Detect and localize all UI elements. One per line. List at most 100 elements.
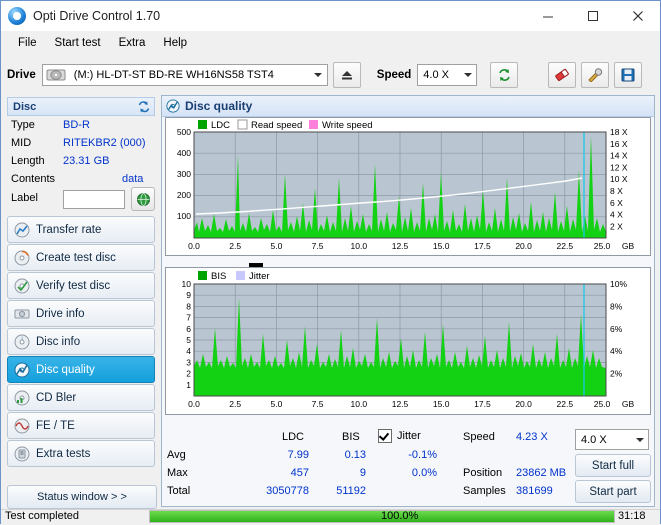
svg-text:7.5: 7.5 [312,399,324,409]
chart-marker [249,263,263,267]
disc-contents-label: Contents [11,173,56,185]
start-full-button[interactable]: Start full [575,454,651,477]
fe-te-icon [13,417,30,434]
jitter-avg-value: -0.1% [408,449,437,461]
refresh-icon[interactable] [136,99,152,115]
disc-panel-title: Disc [13,100,37,113]
test-speed-select[interactable]: 4.0 X [575,429,649,450]
bis-chart-svg: 10 9 8 7 6 5 4 3 2 1 0.0 2.5 5.0 7.5 10.… [182,271,635,409]
svg-text:Read speed: Read speed [251,120,302,131]
sidebar-item-disc-info[interactable]: i Disc info [7,328,155,355]
sidebar-item-label: Create test disc [36,251,116,264]
disc-mid-label: MID [11,137,32,149]
svg-text:1: 1 [186,380,191,390]
svg-text:16 X: 16 X [610,139,628,149]
speed-select[interactable]: 4.0 X [417,64,478,86]
panel-header: Disc quality [162,96,654,117]
erase-button[interactable] [548,62,577,88]
elapsed-time: 31:18 [618,510,646,522]
disc-label-label: Label [11,192,38,204]
jitter-max-value: 0.0% [411,467,437,479]
refresh-button[interactable] [490,62,519,88]
menu-item-extra[interactable]: Extra [110,34,155,52]
svg-text:14 X: 14 X [610,151,628,161]
drive-select[interactable]: (M:) HL-DT-ST BD-RE WH16NS58 TST4 [41,64,328,86]
svg-text:2: 2 [186,369,191,379]
window-title: Opti Drive Control 1.70 [33,9,161,23]
svg-text:22.5: 22.5 [557,399,574,409]
disc-length-value: 23.31 GB [63,155,110,167]
menu-item-start-test[interactable]: Start test [46,34,110,52]
svg-text:2 X: 2 X [610,221,623,231]
svg-text:Write speed: Write speed [322,120,373,131]
chevron-down-icon[interactable] [631,430,648,450]
sidebar-item-cd-bler[interactable]: CD Bler [7,384,155,411]
svg-text:8: 8 [186,301,191,311]
eject-button[interactable] [332,62,361,88]
disc-length-label: Length [11,155,45,167]
results-total-bis: 51192 [336,485,366,497]
svg-text:8 X: 8 X [610,186,623,196]
disc-label-input[interactable] [63,190,125,209]
svg-text:6 X: 6 X [610,198,623,208]
svg-text:12.5: 12.5 [392,241,409,251]
sidebar-item-label: Verify test disc [36,279,111,292]
sidebar-item-verify-test-disc[interactable]: Verify test disc [7,272,155,299]
save-button[interactable] [614,62,643,88]
results-max-bis: 9 [359,467,366,479]
jitter-checkbox[interactable]: Jitter [378,429,421,443]
sidebar-item-disc-quality[interactable]: Disc quality [7,356,155,383]
app-icon [8,7,26,25]
results-max-ldc: 457 [290,467,309,479]
svg-text:200: 200 [177,190,191,200]
menu-item-help[interactable]: Help [154,34,196,52]
sidebar-item-create-test-disc[interactable]: Create test disc [7,244,155,271]
drive-select-value: (M:) HL-DT-ST BD-RE WH16NS58 TST4 [73,69,274,81]
svg-text:15.0: 15.0 [433,399,450,409]
title-bar: Opti Drive Control 1.70 [1,1,660,31]
close-icon[interactable] [615,1,660,31]
svg-text:6: 6 [186,324,191,334]
svg-text:7: 7 [186,313,191,323]
disc-verify-icon [13,277,30,294]
start-part-label: Start part [589,485,637,498]
drive-icon [46,66,66,84]
svg-text:300: 300 [177,169,191,179]
sidebar-item-label: CD Bler [36,391,77,404]
sidebar-item-extra-tests[interactable]: Extra tests [7,440,155,467]
svg-text:LDC: LDC [211,120,230,131]
tools-button[interactable] [581,62,610,88]
drive-toolbar: Drive (M:) HL-DT-ST BD-RE WH16NS58 TST4 … [7,59,655,91]
globe-button[interactable] [131,187,155,211]
ldc-chart-svg: 500 400 300 200 100 0.0 2.5 5.0 7.5 10.0… [177,119,634,251]
chevron-down-icon[interactable] [310,65,327,85]
drive-label: Drive [7,69,36,81]
chart-icon [13,221,30,238]
sidebar-item-drive-info[interactable]: Drive info [7,300,155,327]
maximize-icon[interactable] [570,1,615,31]
drive-info-icon [13,305,30,322]
status-window-button[interactable]: Status window > > [7,485,157,509]
results-col-bis: BIS [342,431,360,443]
svg-text:Jitter: Jitter [249,271,270,282]
start-part-button[interactable]: Start part [575,480,651,503]
chevron-down-icon[interactable] [459,65,476,85]
test-speed-value: 4.0 X [581,433,607,446]
minimize-icon[interactable] [525,1,570,31]
disc-type-label: Type [11,119,35,131]
position-label: Position [463,467,503,479]
svg-text:10.0: 10.0 [351,241,368,251]
menu-item-file[interactable]: File [9,34,46,52]
speed-result-value: 4.23 X [516,431,548,443]
svg-text:17.5: 17.5 [474,241,491,251]
results-row-total-label: Total [167,485,191,497]
sidebar-item-fe-te[interactable]: FE / TE [7,412,155,439]
svg-text:GB: GB [622,399,635,409]
jitter-label: Jitter [397,430,421,442]
svg-text:12.5: 12.5 [392,399,409,409]
checkbox-icon[interactable] [378,429,392,443]
sidebar-item-transfer-rate[interactable]: Transfer rate [7,216,155,243]
svg-text:22.5: 22.5 [557,241,574,251]
speed-select-value: 4.0 X [423,69,449,81]
svg-text:2.5: 2.5 [229,399,241,409]
